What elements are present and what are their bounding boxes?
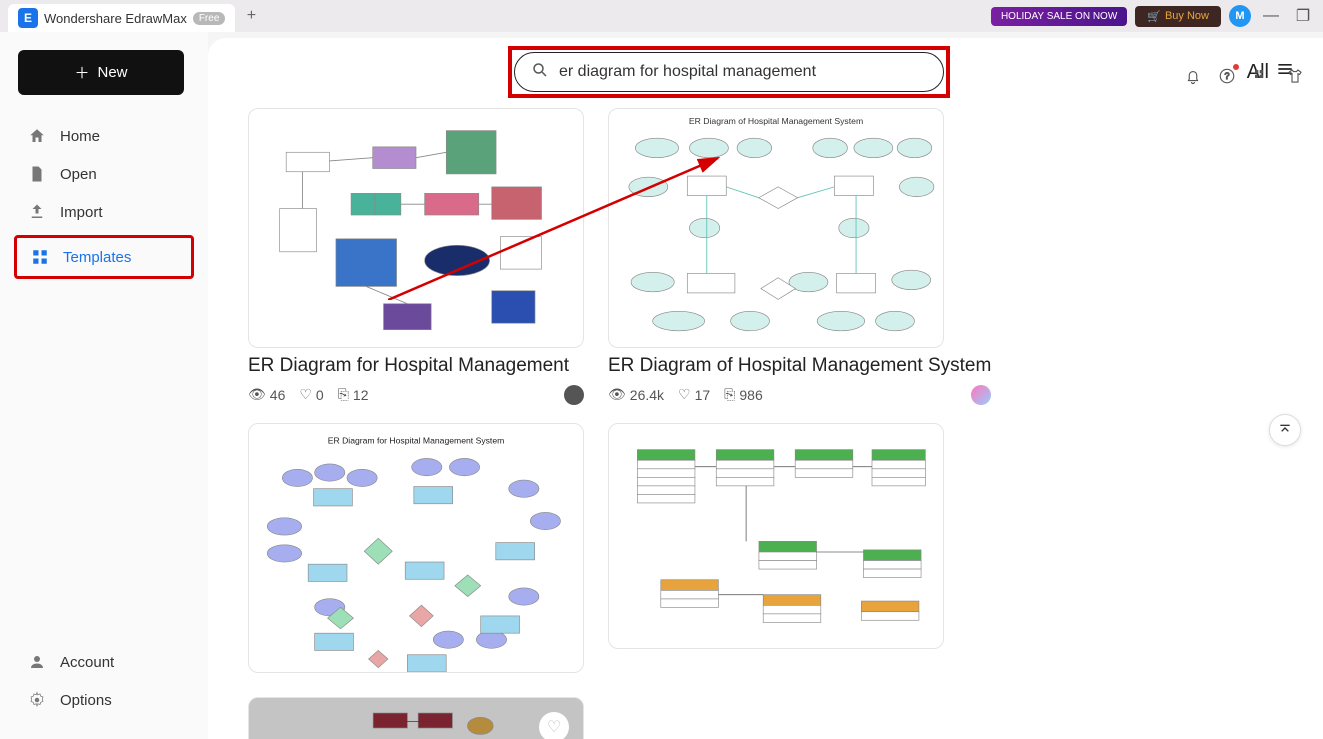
- minimize-icon[interactable]: —: [1259, 4, 1283, 28]
- author-avatar-icon[interactable]: [971, 385, 991, 405]
- sidebar-item-options[interactable]: Options: [18, 681, 190, 719]
- shirt-icon[interactable]: [1285, 66, 1305, 86]
- cart-icon: 🛒: [1147, 10, 1161, 23]
- app-name: Wondershare EdrawMax: [44, 11, 187, 26]
- views-stat: 👁46: [248, 386, 285, 403]
- template-card[interactable]: [608, 423, 991, 649]
- main-content: ? All: [208, 38, 1323, 739]
- copies-stat: ⎘12: [338, 386, 369, 403]
- card-meta: 👁46 ♡0 ⎘12: [248, 385, 584, 405]
- search-box[interactable]: [514, 52, 944, 92]
- home-icon: [28, 127, 46, 145]
- holiday-sale-button[interactable]: HOLIDAY SALE ON NOW: [991, 7, 1127, 26]
- template-thumbnail: [248, 108, 584, 348]
- maximize-icon[interactable]: ❐: [1291, 4, 1315, 28]
- template-card[interactable]: ER Diagram for Hospital Management 👁46 ♡…: [248, 108, 584, 405]
- template-thumbnail: ER Diagram of Hospital Management System: [608, 108, 944, 348]
- svg-text:ER Diagram of Hospital Managem: ER Diagram of Hospital Management System: [689, 116, 863, 126]
- template-card[interactable]: ♡ Use immediately ER Diagram for Hospita…: [248, 697, 638, 739]
- sidebar-item-label: Home: [60, 128, 100, 145]
- favorite-icon[interactable]: ♡: [539, 712, 569, 739]
- sidebar-item-label: Options: [60, 692, 112, 709]
- card-title: ER Diagram of Hospital Management System: [608, 354, 991, 379]
- templates-icon: [31, 248, 49, 266]
- file-icon: [28, 165, 46, 183]
- sidebar: ＋ New Home Open Import Templates: [0, 32, 208, 739]
- sidebar-item-templates[interactable]: Templates: [14, 235, 194, 279]
- sidebar-item-account[interactable]: Account: [18, 643, 190, 681]
- sidebar-item-open[interactable]: Open: [18, 155, 190, 193]
- author-avatar-icon[interactable]: [564, 385, 584, 405]
- svg-text:?: ?: [1224, 71, 1229, 81]
- card-title: ER Diagram for Hospital Management: [248, 354, 584, 379]
- likes-stat: ♡17: [678, 386, 710, 403]
- scroll-top-button[interactable]: [1269, 414, 1301, 446]
- heart-icon: ♡: [299, 386, 312, 403]
- copy-icon: ⎘: [724, 386, 735, 403]
- search-input[interactable]: [559, 63, 927, 81]
- new-button[interactable]: ＋ New: [18, 50, 184, 95]
- topbar-icons: ?: [1183, 66, 1305, 86]
- template-grid: ER Diagram for Hospital Management 👁46 ♡…: [208, 108, 1323, 739]
- sidebar-item-label: Templates: [63, 249, 131, 266]
- buy-label: Buy Now: [1165, 10, 1209, 22]
- template-thumbnail: [608, 423, 944, 649]
- copy-icon: ⎘: [338, 386, 349, 403]
- free-badge: Free: [193, 12, 226, 25]
- import-icon: [28, 203, 46, 221]
- views-stat: 👁26.4k: [608, 386, 664, 403]
- account-icon: [28, 653, 46, 671]
- bell-icon[interactable]: [1183, 66, 1203, 86]
- eye-icon: 👁: [248, 386, 266, 403]
- copies-stat: ⎘986: [724, 386, 763, 403]
- sidebar-item-label: Import: [60, 204, 103, 221]
- help-icon[interactable]: ?: [1217, 66, 1237, 86]
- new-tab-button[interactable]: +: [239, 4, 263, 28]
- search-highlight: [508, 46, 950, 98]
- new-label: New: [98, 64, 128, 81]
- template-thumbnail: ♡ Use immediately: [248, 697, 584, 739]
- likes-stat: ♡0: [299, 386, 323, 403]
- app-tab[interactable]: E Wondershare EdrawMax Free: [8, 4, 235, 32]
- card-meta: 👁26.4k ♡17 ⎘986: [608, 385, 991, 405]
- template-card[interactable]: ER Diagram for Hospital Management Syste…: [248, 423, 584, 673]
- sidebar-item-import[interactable]: Import: [18, 193, 190, 231]
- buy-now-button[interactable]: 🛒 Buy Now: [1135, 6, 1221, 27]
- template-thumbnail: ER Diagram for Hospital Management Syste…: [248, 423, 584, 673]
- eye-icon: 👁: [608, 386, 626, 403]
- apps-icon[interactable]: [1251, 66, 1271, 86]
- gear-icon: [28, 691, 46, 709]
- titlebar-left: E Wondershare EdrawMax Free +: [8, 0, 263, 32]
- search-icon: [531, 61, 549, 84]
- notification-dot-icon: [1233, 64, 1239, 70]
- titlebar-right: HOLIDAY SALE ON NOW 🛒 Buy Now M — ❐: [991, 4, 1315, 28]
- sidebar-item-label: Open: [60, 166, 97, 183]
- template-card[interactable]: ER Diagram of Hospital Management System: [608, 108, 991, 405]
- sidebar-item-label: Account: [60, 654, 114, 671]
- svg-text:ER Diagram for Hospital Manage: ER Diagram for Hospital Management Syste…: [328, 435, 505, 445]
- heart-icon: ♡: [678, 386, 691, 403]
- user-avatar[interactable]: M: [1229, 5, 1251, 27]
- app-logo-icon: E: [18, 8, 38, 28]
- sidebar-item-home[interactable]: Home: [18, 117, 190, 155]
- titlebar: E Wondershare EdrawMax Free + HOLIDAY SA…: [0, 0, 1323, 32]
- search-row: All: [208, 38, 1323, 108]
- plus-square-icon: ＋: [74, 62, 89, 83]
